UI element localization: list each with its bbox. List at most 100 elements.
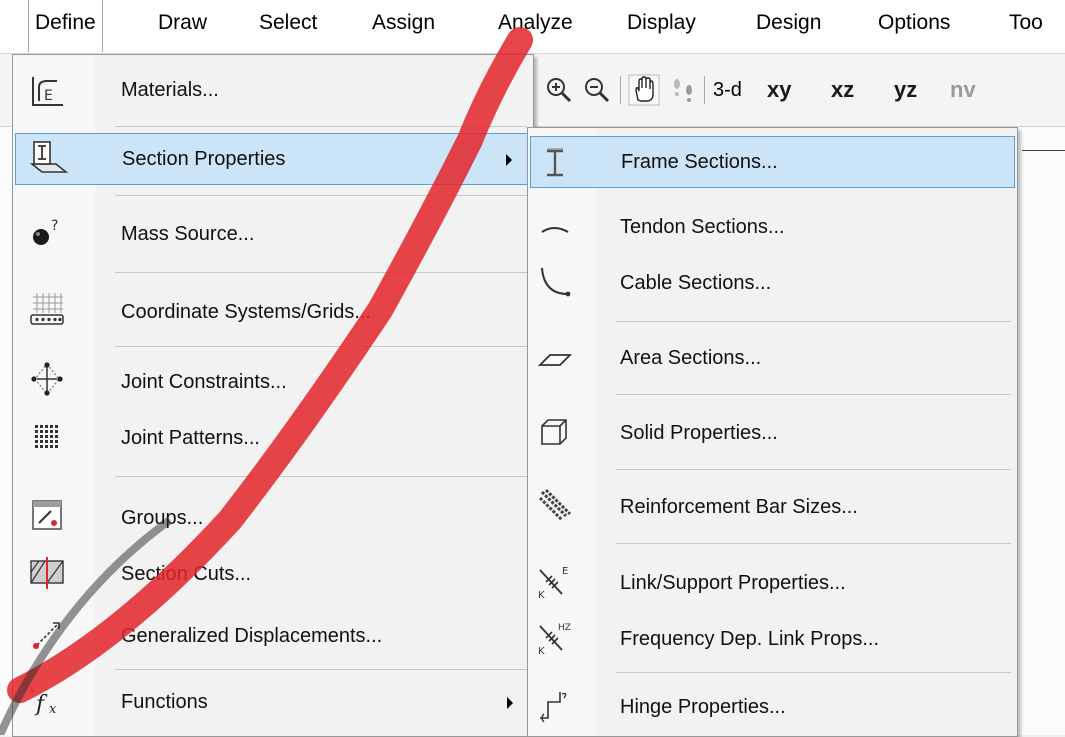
menu-item-label: Solid Properties... [620,422,778,444]
mass-source-icon: ? [33,218,58,245]
zoom-out-icon[interactable] [583,76,611,104]
tendon-icon [541,227,569,233]
view-nv-button[interactable]: nv [950,74,976,106]
menu-item-label: Area Sections... [620,347,762,369]
svg-text:K: K [538,646,545,656]
submenu-item-hinge-properties[interactable]: Hinge Properties... [530,680,1015,732]
menu-separator [115,346,527,347]
menu-item-label: Generalized Displacements... [121,625,383,647]
submenu-arrow-icon [507,697,513,709]
menu-item-label: Hinge Properties... [620,696,786,718]
menu-item-label: Groups... [121,507,204,529]
menu-bar: Define Draw Select Assign Analyze Displa… [0,0,1065,54]
menu-item-label: Coordinate Systems/Grids... [121,301,372,323]
menu-item-label: Tendon Sections... [620,216,785,238]
section-properties-icon [29,141,68,173]
menu-separator [115,272,527,273]
frame-section-icon [547,148,563,177]
svg-text:f: f [34,692,48,717]
menu-item-section-properties[interactable]: Section Properties [15,133,531,185]
svg-text:*: * [29,686,35,700]
svg-text:E: E [562,566,568,577]
menu-item-label: Cable Sections... [620,272,772,294]
materials-icon: E [32,77,63,106]
menu-separator [616,469,1011,470]
pan-hand-icon[interactable] [628,74,660,106]
menu-item-generalized-displacements[interactable]: Generalized Displacements... [15,611,531,663]
grid-icon [30,293,64,325]
footsteps-icon[interactable] [668,76,698,104]
menu-select[interactable]: Select [259,0,317,46]
menu-separator [616,543,1011,544]
menu-item-label: Section Properties [122,148,286,170]
submenu-item-tendon-sections[interactable]: Tendon Sections... [530,204,1015,252]
menu-separator [115,195,527,196]
joint-constraints-icon [31,362,63,396]
submenu-item-solid-properties[interactable]: Solid Properties... [530,406,1015,458]
submenu-arrow-icon [506,154,512,166]
svg-text:?: ? [51,218,58,234]
area-section-icon [537,354,573,366]
joint-patterns-icon [35,425,58,448]
menu-item-functions[interactable]: * f x Functions [15,677,531,729]
menu-item-label: Functions [121,691,208,713]
menu-options[interactable]: Options [878,0,950,46]
menu-separator [115,669,527,670]
menu-item-coordinate-systems[interactable]: Coordinate Systems/Grids... [15,281,531,341]
menu-assign[interactable]: Assign [372,0,435,46]
menu-separator [616,321,1011,322]
define-menu: E Materials... Section Properties ? Mass… [12,54,534,737]
cable-icon [541,267,571,297]
section-properties-submenu: Frame Sections... Tendon Sections... Cab… [527,127,1018,737]
menu-item-joint-constraints[interactable]: Joint Constraints... [15,353,531,409]
menu-analyze[interactable]: Analyze [498,0,573,46]
groups-icon [32,500,62,530]
menu-draw[interactable]: Draw [158,0,207,46]
menu-item-label: Section Cuts... [121,563,252,585]
menu-item-groups[interactable]: Groups... [15,487,531,545]
menu-separator [115,476,527,477]
menu-item-joint-patterns[interactable]: Joint Patterns... [15,413,531,465]
generalized-displacements-icon [33,622,60,649]
svg-text:HZ: HZ [558,623,571,633]
submenu-item-link-support[interactable]: E K Link/Support Properties... [530,556,1015,608]
view-yz-button[interactable]: yz [894,74,917,106]
menu-item-label: Frame Sections... [621,151,778,173]
frequency-link-icon: HZ K [538,623,571,656]
menu-item-label: Joint Patterns... [121,427,260,449]
menu-display[interactable]: Display [627,0,696,46]
toolbar-separator [704,76,705,104]
rebar-icon [538,488,572,522]
submenu-item-frame-sections[interactable]: Frame Sections... [530,136,1015,188]
zoom-in-icon[interactable] [545,76,573,104]
section-cuts-icon [30,557,64,589]
svg-text:E: E [44,88,53,104]
menu-define[interactable]: Define [28,0,103,52]
menu-item-label: Frequency Dep. Link Props... [620,628,880,650]
submenu-item-area-sections[interactable]: Area Sections... [530,333,1015,383]
menu-item-label: Mass Source... [121,223,255,245]
menu-item-label: Reinforcement Bar Sizes... [620,496,858,518]
submenu-item-frequency-link[interactable]: HZ K Frequency Dep. Link Props... [530,612,1015,664]
submenu-item-cable-sections[interactable]: Cable Sections... [530,256,1015,310]
menu-separator [616,394,1011,395]
view-xz-button[interactable]: xz [831,74,854,106]
solid-icon [541,419,567,445]
toolbar-separator [620,76,621,104]
menu-design[interactable]: Design [756,0,821,46]
menu-item-label: Materials... [121,79,219,101]
view-3d-button[interactable]: 3-d [713,74,742,106]
menu-tools[interactable]: Too [1009,0,1043,46]
canvas-edge-line [1022,150,1065,151]
functions-icon: * f x [29,686,57,717]
link-support-icon: E K [538,566,568,600]
menu-item-materials[interactable]: E Materials... [15,67,531,115]
hinge-icon [540,692,567,723]
svg-text:K: K [538,590,545,600]
menu-item-mass-source[interactable]: ? Mass Source... [15,207,531,261]
submenu-item-rebar-sizes[interactable]: Reinforcement Bar Sizes... [530,480,1015,534]
menu-item-section-cuts[interactable]: Section Cuts... [15,549,531,601]
menu-separator [616,672,1011,673]
svg-text:x: x [49,702,57,717]
view-xy-button[interactable]: xy [767,74,791,106]
